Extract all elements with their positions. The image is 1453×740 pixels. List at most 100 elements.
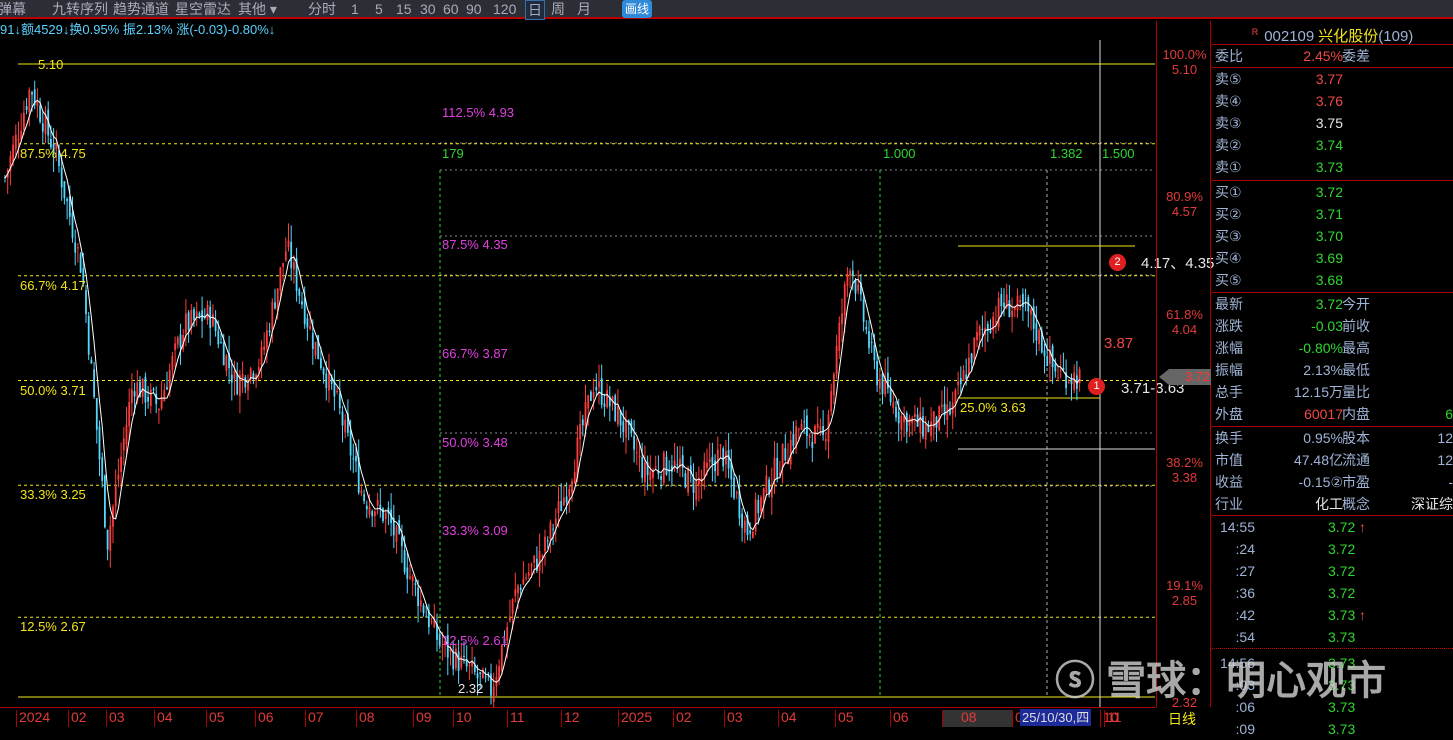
candle-body bbox=[98, 426, 101, 460]
toolbar-item[interactable]: 15 bbox=[396, 0, 412, 18]
candle-body bbox=[846, 273, 849, 286]
toolbar-item[interactable]: 九转序列 bbox=[52, 0, 108, 18]
candle-body bbox=[914, 413, 916, 417]
candle-body bbox=[1011, 310, 1013, 317]
tick-price: 3.72 bbox=[1328, 541, 1356, 557]
row-value: 3.71 bbox=[1315, 206, 1343, 222]
candle-body bbox=[249, 368, 252, 378]
candle-body bbox=[757, 500, 760, 514]
candle-body bbox=[63, 181, 66, 198]
candle-body bbox=[414, 583, 417, 586]
row-value: 3.69 bbox=[1315, 250, 1343, 266]
candle-body bbox=[379, 504, 382, 509]
toolbar-item[interactable]: 日 bbox=[525, 0, 545, 20]
candle-body bbox=[257, 367, 260, 371]
candle-body bbox=[252, 373, 255, 379]
stock-header[interactable]: R 002109 兴化股份(109) bbox=[1212, 21, 1453, 45]
candle-body bbox=[195, 311, 198, 317]
candle-body bbox=[571, 481, 573, 493]
fib-mid-label: 12.5% 2.61 bbox=[442, 633, 508, 648]
candle-body bbox=[792, 433, 795, 446]
candle-body bbox=[39, 105, 41, 123]
toolbar-item[interactable]: 周 bbox=[551, 0, 565, 18]
candle-body bbox=[1078, 369, 1081, 384]
toolbar-item[interactable]: 30 bbox=[420, 0, 436, 18]
candle-body bbox=[978, 326, 981, 336]
candle-body bbox=[525, 577, 527, 579]
row-value: 3.76 bbox=[1315, 93, 1343, 109]
candle-body bbox=[587, 395, 590, 409]
row-value: 2.45% bbox=[1303, 48, 1343, 64]
candle-body bbox=[565, 496, 568, 503]
toolbar-item[interactable]: 120 bbox=[493, 0, 516, 18]
bid-row: 买① 3.72 bbox=[1212, 181, 1453, 203]
candle-body bbox=[541, 555, 544, 557]
candle-body bbox=[1073, 372, 1076, 390]
candle-body bbox=[552, 528, 554, 530]
candle-body bbox=[997, 297, 1000, 328]
low-label: 2.32 bbox=[458, 681, 484, 696]
row-label-2: 最高 bbox=[1342, 340, 1370, 356]
tick-time: :36 bbox=[1235, 585, 1255, 601]
row-value: 3.70 bbox=[1315, 228, 1343, 244]
candle-body bbox=[23, 112, 25, 130]
tick-row: :36 3.72 bbox=[1212, 582, 1453, 604]
candle-body bbox=[1067, 381, 1070, 383]
toolbar-item[interactable]: 弹幕 bbox=[0, 0, 26, 18]
toolbar-item[interactable]: 分时 bbox=[308, 0, 336, 18]
candle-body bbox=[1008, 300, 1011, 318]
fib-left-label: 33.3% 3.25 bbox=[20, 487, 86, 503]
candle-body bbox=[887, 372, 889, 389]
kline-chart[interactable] bbox=[0, 40, 1156, 707]
candle-body bbox=[403, 550, 406, 573]
candle-body bbox=[114, 485, 117, 507]
ask-row: 卖⑤ 3.77 bbox=[1212, 68, 1453, 90]
period-label[interactable]: 日线 bbox=[1168, 709, 1196, 729]
tick-row: 14:55 3.72 ↑ bbox=[1212, 516, 1453, 538]
candle-body bbox=[592, 392, 595, 398]
date-tick: 06 bbox=[255, 710, 274, 727]
candle-body bbox=[133, 391, 136, 397]
candle-body bbox=[865, 326, 868, 330]
candle-body bbox=[406, 567, 409, 579]
stock-name: 兴化股份 bbox=[1318, 28, 1379, 45]
candle-body bbox=[857, 284, 860, 291]
candle-body bbox=[617, 406, 619, 425]
candle-body bbox=[144, 376, 147, 403]
candle-body bbox=[822, 426, 824, 436]
candle-body bbox=[800, 423, 803, 430]
toolbar-item[interactable]: 1 bbox=[351, 0, 359, 18]
toolbar-item[interactable]: 5 bbox=[375, 0, 383, 18]
toolbar-item[interactable]: 90 bbox=[466, 0, 482, 18]
candle-body bbox=[244, 377, 247, 388]
toolbar-item[interactable]: 其他 ▾ bbox=[238, 0, 277, 18]
candle-body bbox=[930, 421, 932, 436]
row-value: 3.73 bbox=[1315, 159, 1343, 175]
toolbar-item[interactable]: 星空雷达 bbox=[175, 0, 231, 18]
date-tick: 07 bbox=[305, 710, 324, 727]
candle-body bbox=[93, 369, 95, 397]
candle-body bbox=[90, 359, 93, 364]
toolbar-item[interactable]: 月 bbox=[577, 0, 591, 18]
candle-body bbox=[814, 425, 816, 444]
candle-body bbox=[579, 424, 581, 440]
toolbar-item[interactable]: 60 bbox=[443, 0, 459, 18]
date-tick: 06 bbox=[890, 710, 909, 727]
row-label: 市值 bbox=[1215, 452, 1243, 468]
row-value: -0.80% bbox=[1298, 340, 1343, 356]
fib-mid-label: 33.3% 3.09 bbox=[442, 523, 508, 538]
draw-line-button[interactable]: 画线 bbox=[622, 0, 653, 18]
row-label: 涨幅 bbox=[1215, 340, 1243, 356]
stat-row: 行业 化工 概念 深证综 bbox=[1212, 493, 1453, 515]
candle-body bbox=[833, 374, 835, 396]
candle-body bbox=[14, 134, 17, 150]
candle-body bbox=[776, 457, 779, 480]
candle-body bbox=[606, 390, 608, 408]
date-tick: 02 bbox=[673, 710, 692, 727]
candle-body bbox=[279, 267, 282, 291]
row-value-2: 12 bbox=[1437, 430, 1453, 446]
toolbar-item[interactable]: 趋势通道 bbox=[113, 0, 169, 18]
row-value: 3.68 bbox=[1315, 272, 1343, 288]
candle-body bbox=[954, 390, 957, 404]
candle-body bbox=[104, 475, 106, 528]
